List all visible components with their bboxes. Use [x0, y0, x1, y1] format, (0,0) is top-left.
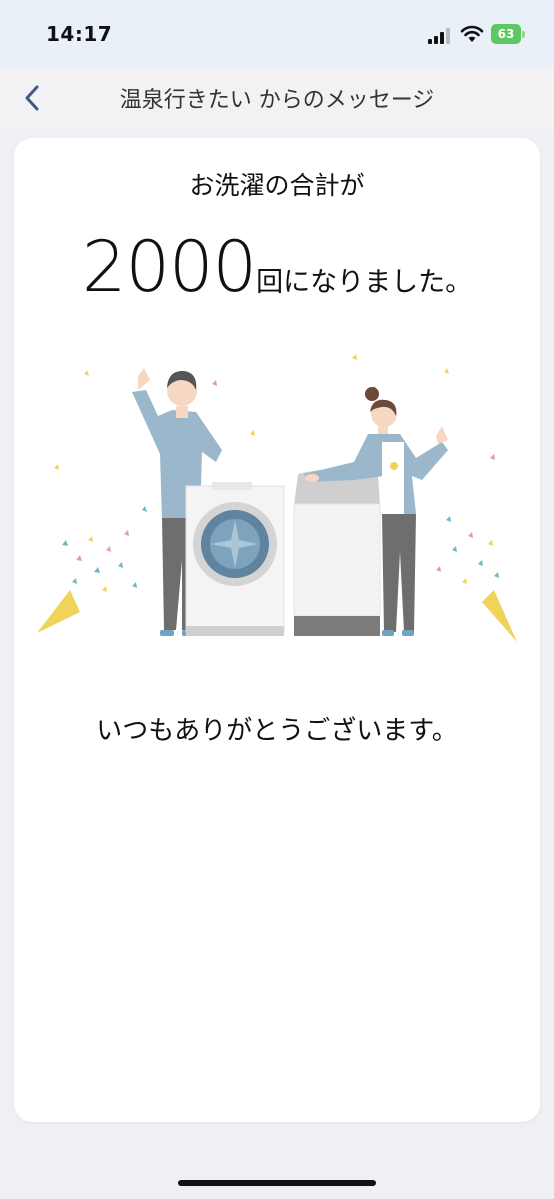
vertical-washer — [293, 469, 381, 636]
laundry-count: 2000 — [81, 226, 257, 308]
home-indicator[interactable] — [178, 1180, 376, 1186]
message-headline: お洗濯の合計が — [189, 171, 365, 200]
cellular-signal-icon — [428, 28, 454, 44]
battery-icon: 63 — [491, 24, 521, 44]
thank-you-message: いつもありがとうございます。 — [96, 716, 458, 746]
drum-washer — [185, 482, 285, 636]
confetti-left — [37, 370, 147, 633]
navigation-bar: 温泉行きたい からのメッセージ — [0, 68, 554, 130]
battery-tip — [522, 31, 525, 38]
page-title: 温泉行きたい からのメッセージ — [119, 88, 435, 113]
message-card: お洗濯の合計が 2000回になりました。 いつもありがとうございます。 — [14, 138, 540, 1122]
wifi-icon — [460, 25, 484, 42]
laundry-count-suffix: 回になりました。 — [256, 267, 473, 298]
back-button[interactable] — [14, 78, 50, 118]
celebration-illustration — [37, 354, 517, 642]
chevron-left-icon — [25, 85, 39, 111]
status-time: 14:17 — [46, 22, 113, 46]
laundry-count-line: 2000回になりました。 — [14, 226, 540, 308]
status-bar: 14:17 63 — [0, 0, 554, 68]
